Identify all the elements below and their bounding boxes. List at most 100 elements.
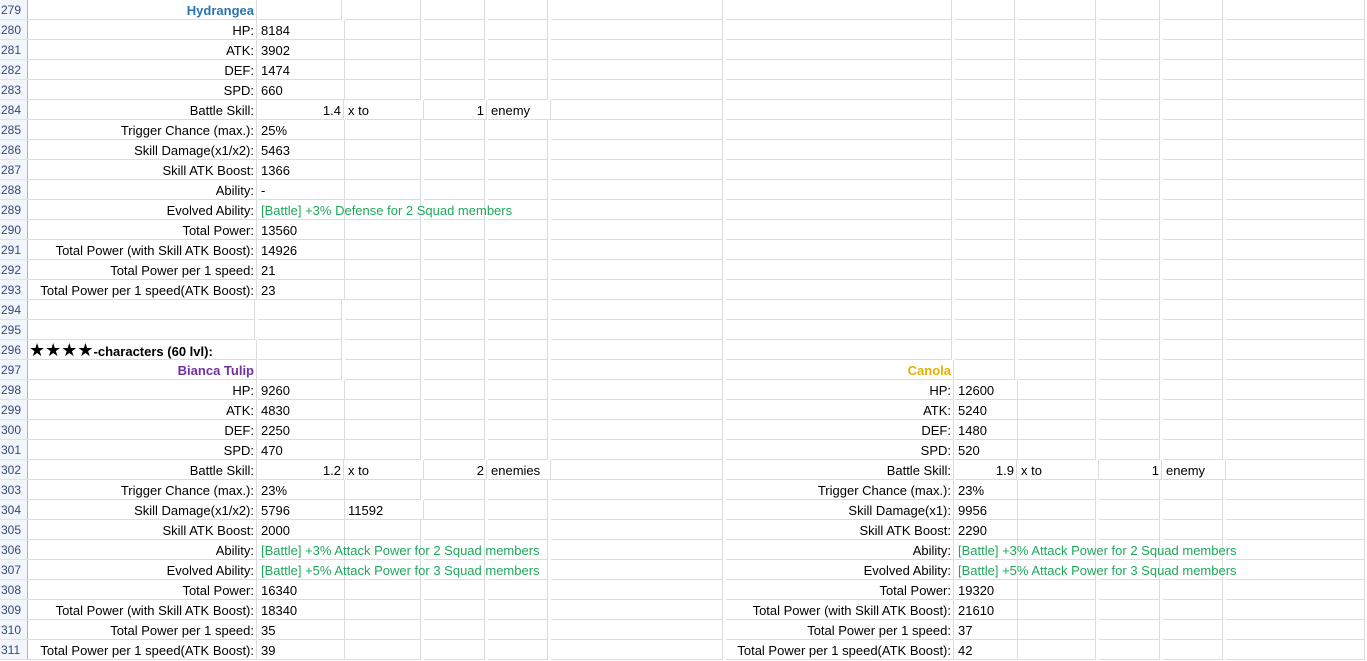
sheet-cell[interactable]: ATK: (27, 400, 257, 420)
sheet-cell[interactable]: Ability: (27, 540, 257, 560)
sheet-cell[interactable]: 13560 (258, 220, 345, 240)
sheet-cell[interactable]: 1480 (955, 420, 1018, 440)
sheet-cell[interactable]: 5240 (955, 400, 1018, 420)
empty-cell[interactable] (1099, 220, 1160, 240)
empty-cell[interactable] (1099, 200, 1160, 220)
empty-cell[interactable] (726, 280, 952, 300)
empty-cell[interactable] (1226, 140, 1365, 160)
empty-cell[interactable] (1099, 420, 1160, 440)
empty-cell[interactable] (1099, 160, 1160, 180)
empty-cell[interactable] (1163, 220, 1223, 240)
empty-cell[interactable] (551, 140, 723, 160)
empty-cell[interactable] (27, 300, 255, 320)
empty-cell[interactable] (551, 620, 723, 640)
empty-cell[interactable] (551, 380, 723, 400)
empty-cell[interactable] (258, 300, 342, 320)
empty-cell[interactable] (345, 60, 421, 80)
empty-cell[interactable] (424, 600, 485, 620)
sheet-cell[interactable]: enemies (488, 460, 551, 480)
empty-cell[interactable] (488, 120, 548, 140)
empty-cell[interactable] (1163, 280, 1223, 300)
row-header[interactable]: 302 (0, 460, 28, 480)
row-header[interactable]: 298 (0, 380, 28, 400)
sheet-cell[interactable]: Total Power: (726, 580, 954, 600)
sheet-cell[interactable]: Total Power: (27, 220, 257, 240)
sheet-cell[interactable]: Canola (726, 360, 954, 380)
sheet-cell[interactable]: Total Power per 1 speed: (27, 260, 257, 280)
empty-cell[interactable] (424, 300, 485, 320)
empty-cell[interactable] (1226, 600, 1365, 620)
empty-cell[interactable] (726, 20, 952, 40)
empty-cell[interactable] (551, 520, 723, 540)
empty-cell[interactable] (551, 360, 723, 380)
empty-cell[interactable] (258, 0, 342, 20)
row-header[interactable]: 291 (0, 240, 28, 260)
empty-cell[interactable] (1018, 420, 1096, 440)
empty-cell[interactable] (726, 80, 952, 100)
empty-cell[interactable] (955, 200, 1015, 220)
empty-cell[interactable] (1163, 400, 1223, 420)
empty-cell[interactable] (345, 300, 421, 320)
sheet-cell[interactable]: Total Power (with Skill ATK Boost): (27, 240, 257, 260)
empty-cell[interactable] (1099, 280, 1160, 300)
empty-cell[interactable] (1226, 540, 1365, 560)
empty-cell[interactable] (1099, 40, 1160, 60)
row-header[interactable]: 294 (0, 300, 28, 320)
empty-cell[interactable] (1099, 180, 1160, 200)
row-header[interactable]: 286 (0, 140, 28, 160)
empty-cell[interactable] (345, 220, 421, 240)
empty-cell[interactable] (1018, 120, 1096, 140)
sheet-cell[interactable]: Bianca Tulip (27, 360, 257, 380)
row-header[interactable]: 301 (0, 440, 28, 460)
sheet-cell[interactable]: Battle Skill: (726, 460, 954, 480)
empty-cell[interactable] (726, 100, 952, 120)
empty-cell[interactable] (1163, 360, 1223, 380)
row-header[interactable]: 311 (0, 640, 28, 660)
empty-cell[interactable] (551, 80, 723, 100)
empty-cell[interactable] (1018, 0, 1096, 20)
empty-cell[interactable] (1163, 180, 1223, 200)
empty-cell[interactable] (1018, 320, 1096, 340)
sheet-cell[interactable]: DEF: (27, 420, 257, 440)
empty-cell[interactable] (488, 600, 548, 620)
empty-cell[interactable] (1163, 480, 1223, 500)
sheet-cell[interactable]: 21610 (955, 600, 1018, 620)
empty-cell[interactable] (488, 500, 548, 520)
empty-cell[interactable] (1226, 380, 1365, 400)
sheet-cell[interactable]: 520 (955, 440, 1018, 460)
sheet-cell[interactable]: 4830 (258, 400, 345, 420)
sheet-cell[interactable]: Skill Damage(x1/x2): (27, 140, 257, 160)
empty-cell[interactable] (551, 560, 723, 580)
empty-cell[interactable] (551, 440, 723, 460)
empty-cell[interactable] (1226, 260, 1365, 280)
sheet-cell[interactable]: 25% (258, 120, 345, 140)
row-header[interactable]: 282 (0, 60, 28, 80)
sheet-cell[interactable]: x to (345, 100, 424, 120)
empty-cell[interactable] (1163, 200, 1223, 220)
empty-cell[interactable] (424, 440, 485, 460)
empty-cell[interactable] (551, 500, 723, 520)
empty-cell[interactable] (345, 360, 421, 380)
empty-cell[interactable] (1018, 640, 1096, 660)
empty-cell[interactable] (1018, 180, 1096, 200)
sheet-cell[interactable]: Trigger Chance (max.): (726, 480, 954, 500)
row-header[interactable]: 297 (0, 360, 28, 380)
empty-cell[interactable] (955, 360, 1015, 380)
sheet-cell[interactable]: 660 (258, 80, 345, 100)
sheet-cell[interactable]: 1 (424, 100, 487, 120)
sheet-cell[interactable]: 1.9 (955, 460, 1017, 480)
empty-cell[interactable] (1226, 80, 1365, 100)
empty-cell[interactable] (345, 80, 421, 100)
empty-cell[interactable] (488, 140, 548, 160)
empty-cell[interactable] (488, 160, 548, 180)
sheet-cell[interactable]: ATK: (726, 400, 954, 420)
row-header[interactable]: 287 (0, 160, 28, 180)
sheet-cell[interactable]: Battle Skill: (27, 100, 257, 120)
empty-cell[interactable] (1163, 260, 1223, 280)
empty-cell[interactable] (345, 120, 421, 140)
sheet-cell[interactable]: 2250 (258, 420, 345, 440)
empty-cell[interactable] (1163, 640, 1223, 660)
empty-cell[interactable] (1018, 160, 1096, 180)
sheet-cell[interactable]: - (258, 180, 345, 200)
empty-cell[interactable] (1226, 100, 1365, 120)
